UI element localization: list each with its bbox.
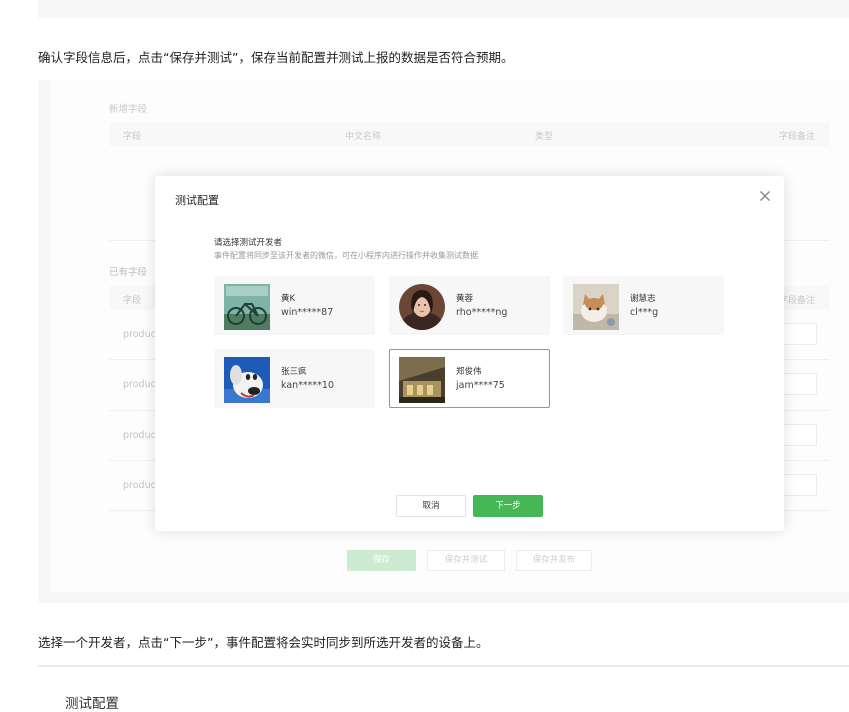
- header-type: 类型: [535, 132, 554, 142]
- modal-title: 测试配置: [175, 194, 219, 207]
- portrait-avatar: [399, 284, 445, 330]
- developer-prompt-desc: 事件配置将同步至该开发者的微信，可在小程序内进行操作并收集测试数据: [214, 251, 478, 260]
- developer-card[interactable]: 黄K win*****87: [214, 276, 375, 335]
- top-gray-strip: [38, 0, 849, 18]
- developer-prompt-title: 请选择测试开发者: [214, 238, 283, 248]
- developer-id: cl***g: [630, 307, 659, 318]
- developer-card-selected[interactable]: 郑俊伟 jam****75: [389, 349, 550, 408]
- developer-id: kan*****10: [281, 380, 335, 391]
- cancel-button[interactable]: 取消: [396, 495, 466, 517]
- developer-name: 郑俊伟: [456, 367, 482, 377]
- cartoon-dog-avatar: [224, 357, 270, 403]
- next-step-button[interactable]: 下一步: [473, 495, 543, 517]
- section-title: 测试配置: [65, 696, 119, 712]
- bicycle-avatar: [224, 284, 270, 330]
- header-field: 字段: [123, 132, 142, 142]
- developer-card[interactable]: 黄蓉 rho*****ng: [389, 276, 550, 335]
- developer-id: rho*****ng: [456, 307, 508, 318]
- save-and-test-button: 保存并测试: [427, 550, 505, 571]
- section-divider: [38, 665, 849, 667]
- header-cn-name: 中文名称: [345, 132, 382, 142]
- developer-name: 张三疯: [281, 367, 307, 377]
- header-remark: 字段备注: [779, 132, 816, 142]
- developer-name: 黄K: [281, 294, 296, 304]
- intro-paragraph: 确认字段信息后，点击“保存并测试”，保存当前配置并测试上报的数据是否符合预期。: [38, 50, 514, 65]
- street-avatar: [399, 357, 445, 403]
- developer-id: jam****75: [456, 380, 505, 391]
- existing-header-field: 字段: [123, 296, 142, 306]
- second-paragraph: 选择一个开发者，点击“下一步”，事件配置将会实时同步到所选开发者的设备上。: [38, 635, 489, 650]
- developer-name: 黄蓉: [456, 294, 474, 304]
- existing-fields-label: 已有字段: [109, 267, 148, 278]
- developer-name: 谢慧志: [630, 294, 656, 304]
- existing-header-remark: 字段备注: [779, 296, 816, 306]
- developer-id: win*****87: [281, 307, 334, 318]
- save-button: 保存: [347, 550, 416, 571]
- new-fields-header-row: [109, 122, 829, 146]
- save-and-publish-button: 保存并发布: [516, 550, 592, 571]
- new-fields-label: 新增字段: [109, 104, 148, 115]
- developer-card[interactable]: 谢慧志 cl***g: [563, 276, 724, 335]
- close-icon[interactable]: [757, 188, 773, 204]
- developer-card[interactable]: 张三疯 kan*****10: [214, 349, 375, 408]
- test-config-modal: 测试配置 请选择测试开发者 事件配置将同步至该开发者的微信，可在小程序内进行操作…: [155, 176, 784, 531]
- kitten-avatar: [573, 284, 619, 330]
